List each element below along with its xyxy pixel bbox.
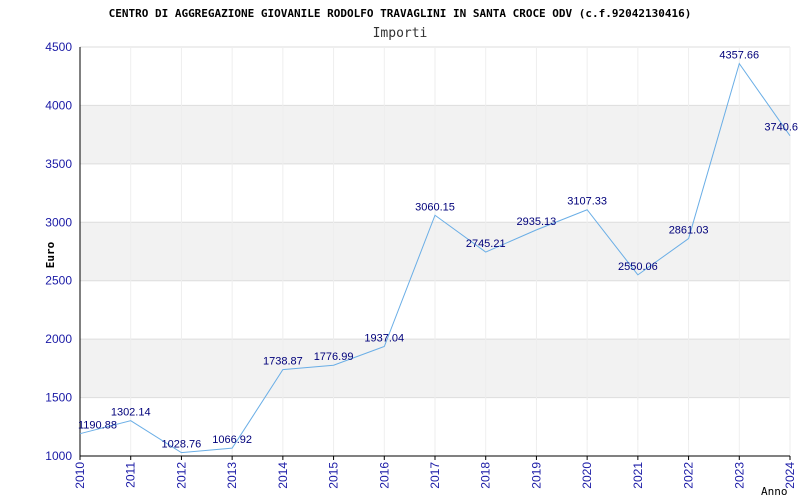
- data-label: 3107.33: [567, 196, 607, 208]
- y-tick-label: 1000: [45, 449, 72, 463]
- data-label: 1028.76: [162, 439, 202, 451]
- data-label: 2745.21: [466, 238, 506, 250]
- data-label: 2935.13: [517, 216, 557, 228]
- x-tick-label: 2021: [631, 462, 645, 489]
- x-tick-label: 2018: [479, 462, 493, 489]
- x-tick-label: 2014: [276, 462, 290, 489]
- x-tick-label: 2013: [225, 462, 239, 489]
- y-axis-label: Euro: [44, 241, 57, 268]
- x-axis-label: Anno: [761, 485, 788, 498]
- data-label: 1302.14: [111, 407, 151, 419]
- x-tick-label: 2011: [124, 462, 138, 488]
- data-label: 1738.87: [263, 356, 303, 368]
- x-tick-label: 2020: [580, 462, 594, 489]
- x-tick-label: 2015: [327, 462, 341, 489]
- x-tick-label: 2012: [174, 462, 188, 489]
- data-label: 3060.15: [415, 201, 455, 213]
- y-tick-label: 3000: [45, 215, 72, 229]
- data-label: 2861.03: [669, 225, 709, 237]
- data-label: 1066.92: [212, 434, 252, 446]
- data-label: 1937.04: [364, 333, 404, 345]
- data-label: 3740.6: [764, 122, 798, 134]
- y-tick-label: 2000: [45, 332, 72, 346]
- x-tick-label: 2016: [377, 462, 391, 489]
- y-tick-label: 3500: [45, 157, 72, 171]
- x-tick-label: 2010: [73, 462, 87, 489]
- chart-title: CENTRO DI AGGREGAZIONE GIOVANILE RODOLFO…: [109, 7, 692, 20]
- x-tick-label: 2022: [682, 462, 696, 489]
- line-chart: CENTRO DI AGGREGAZIONE GIOVANILE RODOLFO…: [44, 7, 798, 498]
- y-tick-label: 4000: [45, 98, 72, 112]
- data-label: 4357.66: [719, 50, 759, 62]
- y-tick-label: 2500: [45, 274, 72, 288]
- data-label: 1190.88: [78, 420, 117, 432]
- chart-subtitle: Importi: [373, 26, 428, 41]
- y-tick-label: 4500: [45, 40, 72, 54]
- data-label: 2550.06: [618, 261, 658, 273]
- x-tick-label: 2017: [428, 462, 442, 489]
- data-label: 1776.99: [314, 351, 354, 363]
- x-axis-ticks: 2010 2011 2012 2013 2014 2015 2016 2017 2018 2019…: [73, 456, 797, 489]
- x-tick-label: 2023: [732, 462, 746, 489]
- y-tick-label: 1500: [45, 391, 72, 405]
- x-tick-label: 2019: [529, 462, 543, 489]
